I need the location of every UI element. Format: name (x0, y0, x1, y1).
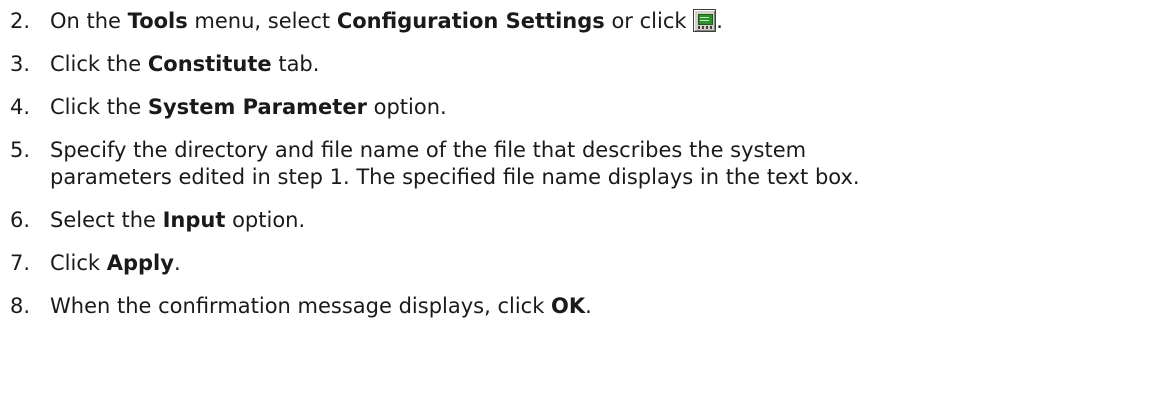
step-number: 4. (10, 95, 31, 119)
tab-name: Constitute (147, 52, 272, 76)
button-name: Apply (106, 251, 174, 275)
step-text: When the confirmation message displays, … (50, 294, 592, 318)
step-text: Click Apply. (50, 251, 181, 275)
step-3: 3. Click the Constitute tab. (0, 51, 1150, 78)
step-number: 6. (10, 208, 31, 232)
menu-item-name: Configuration Settings (336, 9, 605, 33)
step-number: 3. (10, 52, 31, 76)
step-text: Click the System Parameter option. (50, 95, 447, 119)
option-name: Input (162, 208, 226, 232)
configuration-settings-icon (693, 9, 717, 32)
step-number: 5. (10, 138, 31, 162)
button-name: OK (551, 294, 586, 318)
step-8: 8. When the confirmation message display… (0, 293, 1150, 320)
procedure-steps: 2. On the Tools menu, select Configurati… (0, 0, 1150, 320)
step-text: On the Tools menu, select Configuration … (50, 9, 723, 33)
step-5: 5. Specify the directory and file name o… (0, 137, 1150, 191)
step-text: Select the Input option. (50, 208, 306, 232)
step-number: 8. (10, 294, 31, 318)
step-7: 7. Click Apply. (0, 250, 1150, 277)
step-2: 2. On the Tools menu, select Configurati… (0, 8, 1150, 35)
step-text: Specify the directory and file name of t… (50, 138, 860, 189)
option-name: System Parameter (147, 95, 367, 119)
step-number: 7. (10, 251, 31, 275)
menu-name: Tools (127, 9, 188, 33)
step-4: 4. Click the System Parameter option. (0, 94, 1150, 121)
step-number: 2. (10, 9, 31, 33)
step-text: Click the Constitute tab. (50, 52, 320, 76)
step-6: 6. Select the Input option. (0, 207, 1150, 234)
